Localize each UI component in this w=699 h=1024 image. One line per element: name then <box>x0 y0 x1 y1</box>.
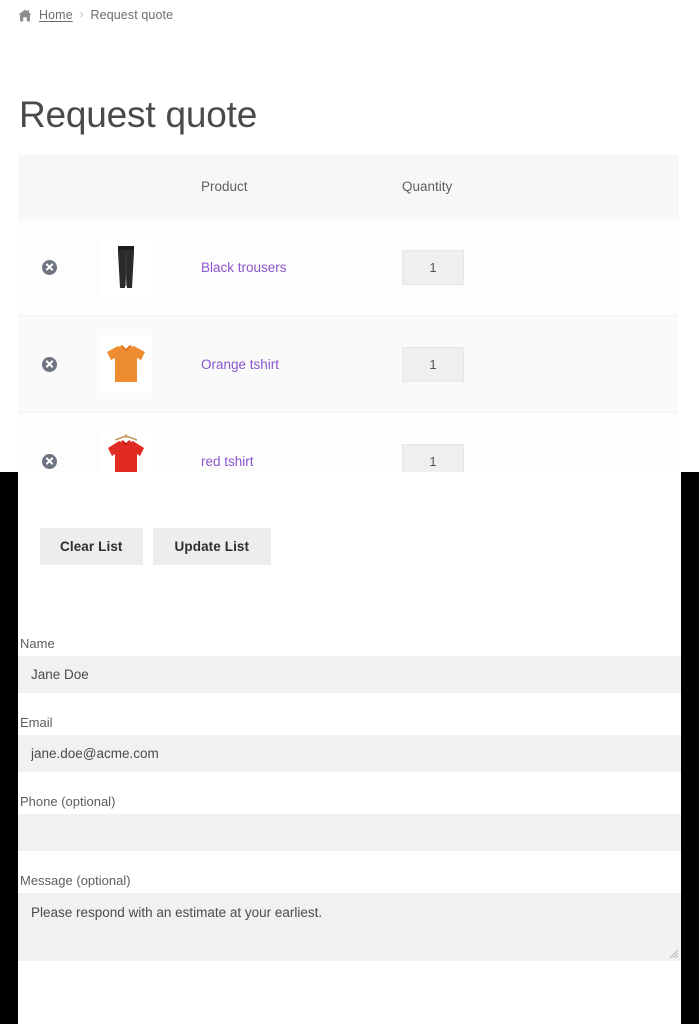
header-quantity-column: Quantity <box>385 178 525 196</box>
black-trousers-image[interactable] <box>100 238 152 296</box>
message-textarea-wrap <box>18 893 681 961</box>
remove-item-button[interactable] <box>18 356 80 372</box>
remove-circle-x-icon[interactable] <box>41 259 57 275</box>
quantity-cell <box>385 346 525 382</box>
product-thumbnail-cell <box>80 335 170 393</box>
orange-tshirt-image[interactable] <box>100 335 152 393</box>
name-input[interactable] <box>18 656 681 693</box>
remove-item-button[interactable] <box>18 259 80 275</box>
breadcrumb-current: Request quote <box>90 8 174 22</box>
table-row: Orange tshirt <box>18 316 679 413</box>
email-field-group: Email <box>18 715 681 772</box>
product-name-link[interactable]: red tshirt <box>170 454 385 469</box>
phone-input[interactable] <box>18 814 681 851</box>
breadcrumb-home-link[interactable]: Home <box>39 8 73 22</box>
phone-field-group: Phone (optional) <box>18 794 681 851</box>
list-action-buttons: Clear List Update List <box>40 528 272 565</box>
email-input[interactable] <box>18 735 681 772</box>
phone-label: Phone (optional) <box>20 794 116 809</box>
quote-form-section: Clear List Update List Name Email Phone … <box>18 472 681 1024</box>
field-spacer <box>18 772 681 794</box>
table-row: Black trousers <box>18 219 679 316</box>
message-field-group: Message (optional) <box>18 873 681 961</box>
quote-cart-table: Product Quantity Black trousers 1 Orange… <box>18 155 679 510</box>
remove-circle-x-icon[interactable] <box>41 453 57 469</box>
header-quantity-label: Quantity <box>402 179 453 194</box>
remove-item-button[interactable] <box>18 453 80 469</box>
message-textarea[interactable] <box>18 893 681 961</box>
header-product-label: Product <box>201 179 248 194</box>
breadcrumb: Home › Request quote <box>18 5 173 25</box>
name-label: Name <box>20 636 55 651</box>
quantity-cell <box>385 249 525 285</box>
viewport-frame-right <box>681 472 699 1024</box>
home-icon <box>18 9 32 22</box>
viewport-frame-left <box>0 472 18 1024</box>
quantity-input[interactable] <box>402 249 464 285</box>
product-name-link[interactable]: Black trousers <box>170 260 385 275</box>
name-field-group: Name <box>18 636 681 693</box>
request-quote-page: Home › Request quote Request quote Produ… <box>0 0 699 1024</box>
field-spacer <box>18 851 681 873</box>
update-list-button[interactable]: Update List <box>152 528 272 565</box>
cart-table-header: Product Quantity <box>18 155 679 219</box>
quantity-input[interactable] <box>402 346 464 382</box>
breadcrumb-separator: › <box>79 9 84 21</box>
header-product-column: Product <box>170 178 385 196</box>
product-name-link[interactable]: Orange tshirt <box>170 357 385 372</box>
field-spacer <box>18 693 681 715</box>
contact-form: Name Email Phone (optional) Message (opt… <box>18 636 681 961</box>
product-thumbnail-cell <box>80 238 170 296</box>
email-label: Email <box>20 715 53 730</box>
remove-circle-x-icon[interactable] <box>41 356 57 372</box>
page-title: Request quote <box>19 94 258 135</box>
message-label: Message (optional) <box>20 873 131 888</box>
clear-list-button[interactable]: Clear List <box>40 528 143 565</box>
